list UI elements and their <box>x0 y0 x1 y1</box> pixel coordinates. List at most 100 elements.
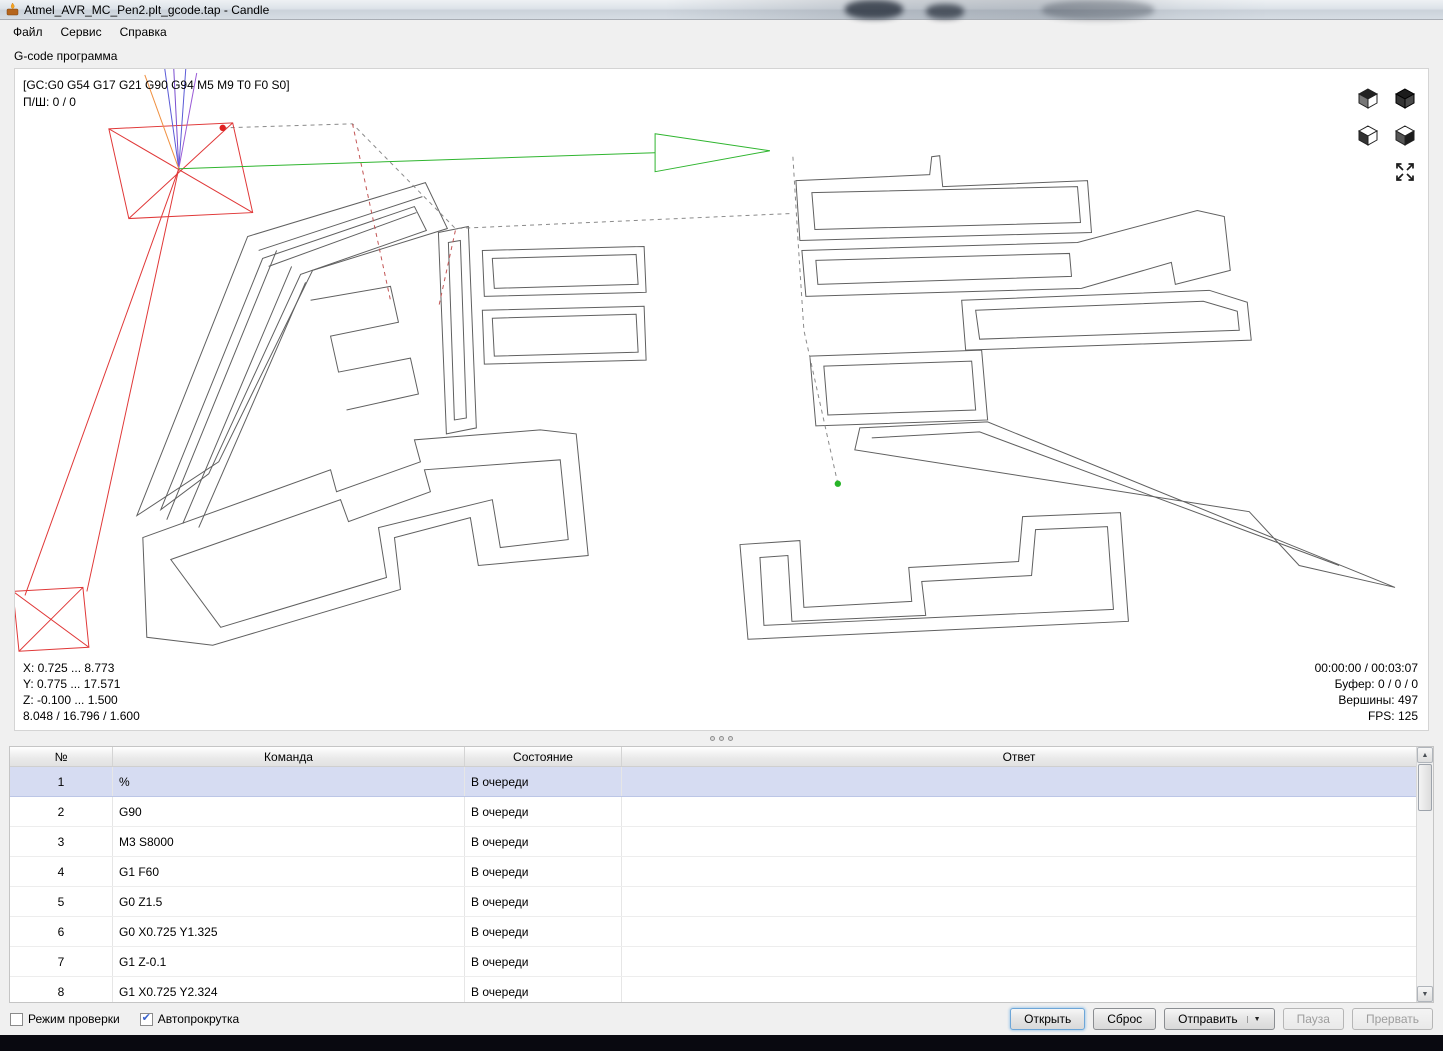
pause-button-label: Пауза <box>1296 1012 1330 1026</box>
checkbox-unchecked-icon <box>10 1012 23 1026</box>
cell-response <box>622 887 1416 916</box>
table-row[interactable]: 7 G1 Z-0.1 В очереди <box>10 947 1416 977</box>
send-button-label: Отправить <box>1178 1012 1238 1026</box>
cell-command: M3 S8000 <box>113 827 465 856</box>
toolpath-lines-left <box>135 182 647 646</box>
open-button[interactable]: Открыть <box>1010 1008 1086 1030</box>
cell-response <box>622 797 1416 826</box>
cell-command: G0 Z1.5 <box>113 887 465 916</box>
cell-response <box>622 827 1416 856</box>
view-buttons-panel <box>1355 85 1418 185</box>
fit-view-button[interactable] <box>1392 159 1418 185</box>
autoscroll-label: Автопрокрутка <box>157 1012 240 1026</box>
open-button-label: Открыть <box>1024 1012 1072 1026</box>
check-mode-checkbox[interactable]: Режим проверки <box>10 1012 120 1026</box>
cell-command: G1 F60 <box>113 857 465 886</box>
cell-command: G0 X0.725 Y1.325 <box>113 917 465 946</box>
table-row[interactable]: 6 G0 X0.725 Y1.325 В очереди <box>10 917 1416 947</box>
cell-state: В очереди <box>465 917 622 946</box>
abort-button[interactable]: Прервать <box>1351 1008 1433 1030</box>
bounds-block: X: 0.725 ... 8.773 Y: 0.775 ... 17.571 Z… <box>23 660 140 724</box>
table-body: 1 % В очереди 2 G90 В очереди 3 M3 S8000… <box>10 767 1416 1002</box>
cube-front-face-icon <box>1357 125 1379 146</box>
bottom-controls-bar: Режим проверки Автопрокрутка Открыть Сбр… <box>0 1003 1443 1035</box>
header-command: Команда <box>113 747 465 766</box>
header-response: Ответ <box>1002 749 1036 764</box>
cell-command: G1 X0.725 Y2.324 <box>113 977 465 1002</box>
view-isometric-button[interactable] <box>1355 85 1381 111</box>
cell-response <box>622 917 1416 946</box>
stats-block: 00:00:00 / 00:03:07 Буфер: 0 / 0 / 0 Вер… <box>1315 660 1418 724</box>
rapid-traverse-lines <box>15 122 254 652</box>
table-row[interactable]: 1 % В очереди <box>10 767 1416 797</box>
scrollbar-down-arrow[interactable]: ▼ <box>1417 986 1433 1002</box>
send-button[interactable]: Отправить ▼ <box>1164 1008 1275 1030</box>
reset-button[interactable]: Сброс <box>1093 1008 1157 1030</box>
candle-app-window: { "window": { "title": "Atmel_AVR_MC_Pen… <box>0 0 1443 1051</box>
window-title: Atmel_AVR_MC_Pen2.plt_gcode.tap - Candle <box>24 2 270 17</box>
cell-num: 2 <box>10 797 113 826</box>
view-top-button[interactable] <box>1392 85 1418 111</box>
parser-state-block: [GC:G0 G54 G17 G21 G90 G94 M5 M9 T0 F0 S… <box>23 77 290 111</box>
window-titlebar: Atmel_AVR_MC_Pen2.plt_gcode.tap - Candle <box>0 0 1443 20</box>
table-header: № Команда Состояние Ответ <box>10 747 1416 767</box>
stats-vertices: Вершины: 497 <box>1338 693 1418 707</box>
splitter-dot <box>719 736 724 741</box>
table-row[interactable]: 2 G90 В очереди <box>10 797 1416 827</box>
current-point-dot <box>834 480 842 487</box>
menu-file[interactable]: Файл <box>4 21 52 43</box>
cell-num: 5 <box>10 887 113 916</box>
autoscroll-checkbox[interactable]: Автопрокрутка <box>139 1012 240 1026</box>
screen-artifact <box>926 4 964 19</box>
cell-num: 1 <box>10 767 113 796</box>
cube-solid-icon <box>1394 88 1416 109</box>
toolpath-visualizer-canvas[interactable]: [GC:G0 G54 G17 G21 G90 G94 M5 M9 T0 F0 S… <box>14 68 1429 731</box>
cell-state: В очереди <box>465 827 622 856</box>
menu-help[interactable]: Справка <box>111 21 176 43</box>
cell-response <box>622 977 1416 1002</box>
cell-num: 7 <box>10 947 113 976</box>
bounds-z: Z: -0.100 ... 1.500 <box>23 693 118 707</box>
rapid-move-dashed-lines <box>222 123 839 484</box>
parser-state-text: [GC:G0 G54 G17 G21 G90 G94 M5 M9 T0 F0 S… <box>23 78 290 92</box>
cell-num: 6 <box>10 917 113 946</box>
cell-command: G90 <box>113 797 465 826</box>
cell-num: 8 <box>10 977 113 1002</box>
bounds-x: X: 0.725 ... 8.773 <box>23 661 115 675</box>
screen-artifact <box>845 0 903 19</box>
scrollbar-thumb[interactable] <box>1418 764 1432 811</box>
cube-isometric-icon <box>1357 88 1379 109</box>
abort-button-label: Прервать <box>1365 1012 1419 1026</box>
expand-arrows-icon <box>1396 163 1414 181</box>
reset-button-label: Сброс <box>1107 1012 1143 1026</box>
gcode-program-group-title: G-code программа <box>14 49 118 63</box>
cell-state: В очереди <box>465 977 622 1002</box>
cell-state: В очереди <box>465 887 622 916</box>
menu-service[interactable]: Сервис <box>52 21 111 43</box>
start-point-dot <box>219 124 226 132</box>
cell-state: В очереди <box>465 767 622 796</box>
splitter-dot <box>728 736 733 741</box>
bottom-screen-strip <box>0 1035 1443 1051</box>
header-num: № <box>10 747 113 766</box>
scrollbar-up-arrow[interactable]: ▲ <box>1417 747 1433 763</box>
check-mode-label: Режим проверки <box>28 1012 120 1026</box>
bounds-y: Y: 0.775 ... 17.571 <box>23 677 121 691</box>
table-row[interactable]: 3 M3 S8000 В очереди <box>10 827 1416 857</box>
table-row[interactable]: 5 G0 Z1.5 В очереди <box>10 887 1416 917</box>
steps-counter-text: П/Ш: 0 / 0 <box>23 95 76 109</box>
table-row[interactable]: 8 G1 X0.725 Y2.324 В очереди <box>10 977 1416 1002</box>
dropdown-caret-icon: ▼ <box>1246 1015 1261 1023</box>
cell-num: 3 <box>10 827 113 856</box>
cell-response <box>622 767 1416 796</box>
cell-state: В очереди <box>465 857 622 886</box>
table-row[interactable]: 4 G1 F60 В очереди <box>10 857 1416 887</box>
view-left-button[interactable] <box>1392 122 1418 148</box>
table-scrollbar[interactable]: ▲ ▼ <box>1416 747 1433 1002</box>
view-front-button[interactable] <box>1355 122 1381 148</box>
splitter-dot <box>710 736 715 741</box>
pause-button[interactable]: Пауза <box>1282 1008 1344 1030</box>
splitter-handle[interactable] <box>0 731 1443 746</box>
menu-bar: Файл Сервис Справка <box>0 20 1443 44</box>
cell-command: % <box>113 767 465 796</box>
